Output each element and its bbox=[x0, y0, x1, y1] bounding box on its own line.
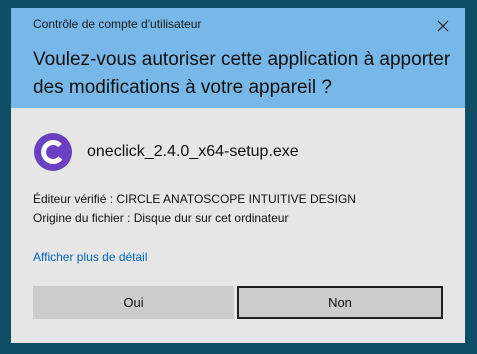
file-origin-info: Origine du fichier : Disque dur sur cet … bbox=[33, 211, 289, 225]
publisher-info: Éditeur vérifié : CIRCLE ANATOSCOPE INTU… bbox=[33, 192, 356, 206]
dialog-caption: Contrôle de compte d'utilisateur bbox=[33, 17, 202, 31]
dialog-question: Voulez-vous autoriser cette application … bbox=[33, 49, 451, 98]
close-button[interactable] bbox=[421, 8, 465, 44]
uac-dialog: Contrôle de compte d'utilisateur Voulez-… bbox=[11, 8, 465, 343]
oneclick-app-icon bbox=[34, 133, 72, 171]
show-more-details-link[interactable]: Afficher plus de détail bbox=[33, 250, 148, 264]
yes-button[interactable]: Oui bbox=[33, 286, 234, 319]
no-button[interactable]: Non bbox=[237, 286, 443, 319]
close-icon bbox=[437, 20, 449, 32]
dialog-header: Contrôle de compte d'utilisateur Voulez-… bbox=[11, 8, 465, 108]
app-name: oneclick_2.4.0_x64-setup.exe bbox=[87, 143, 299, 160]
